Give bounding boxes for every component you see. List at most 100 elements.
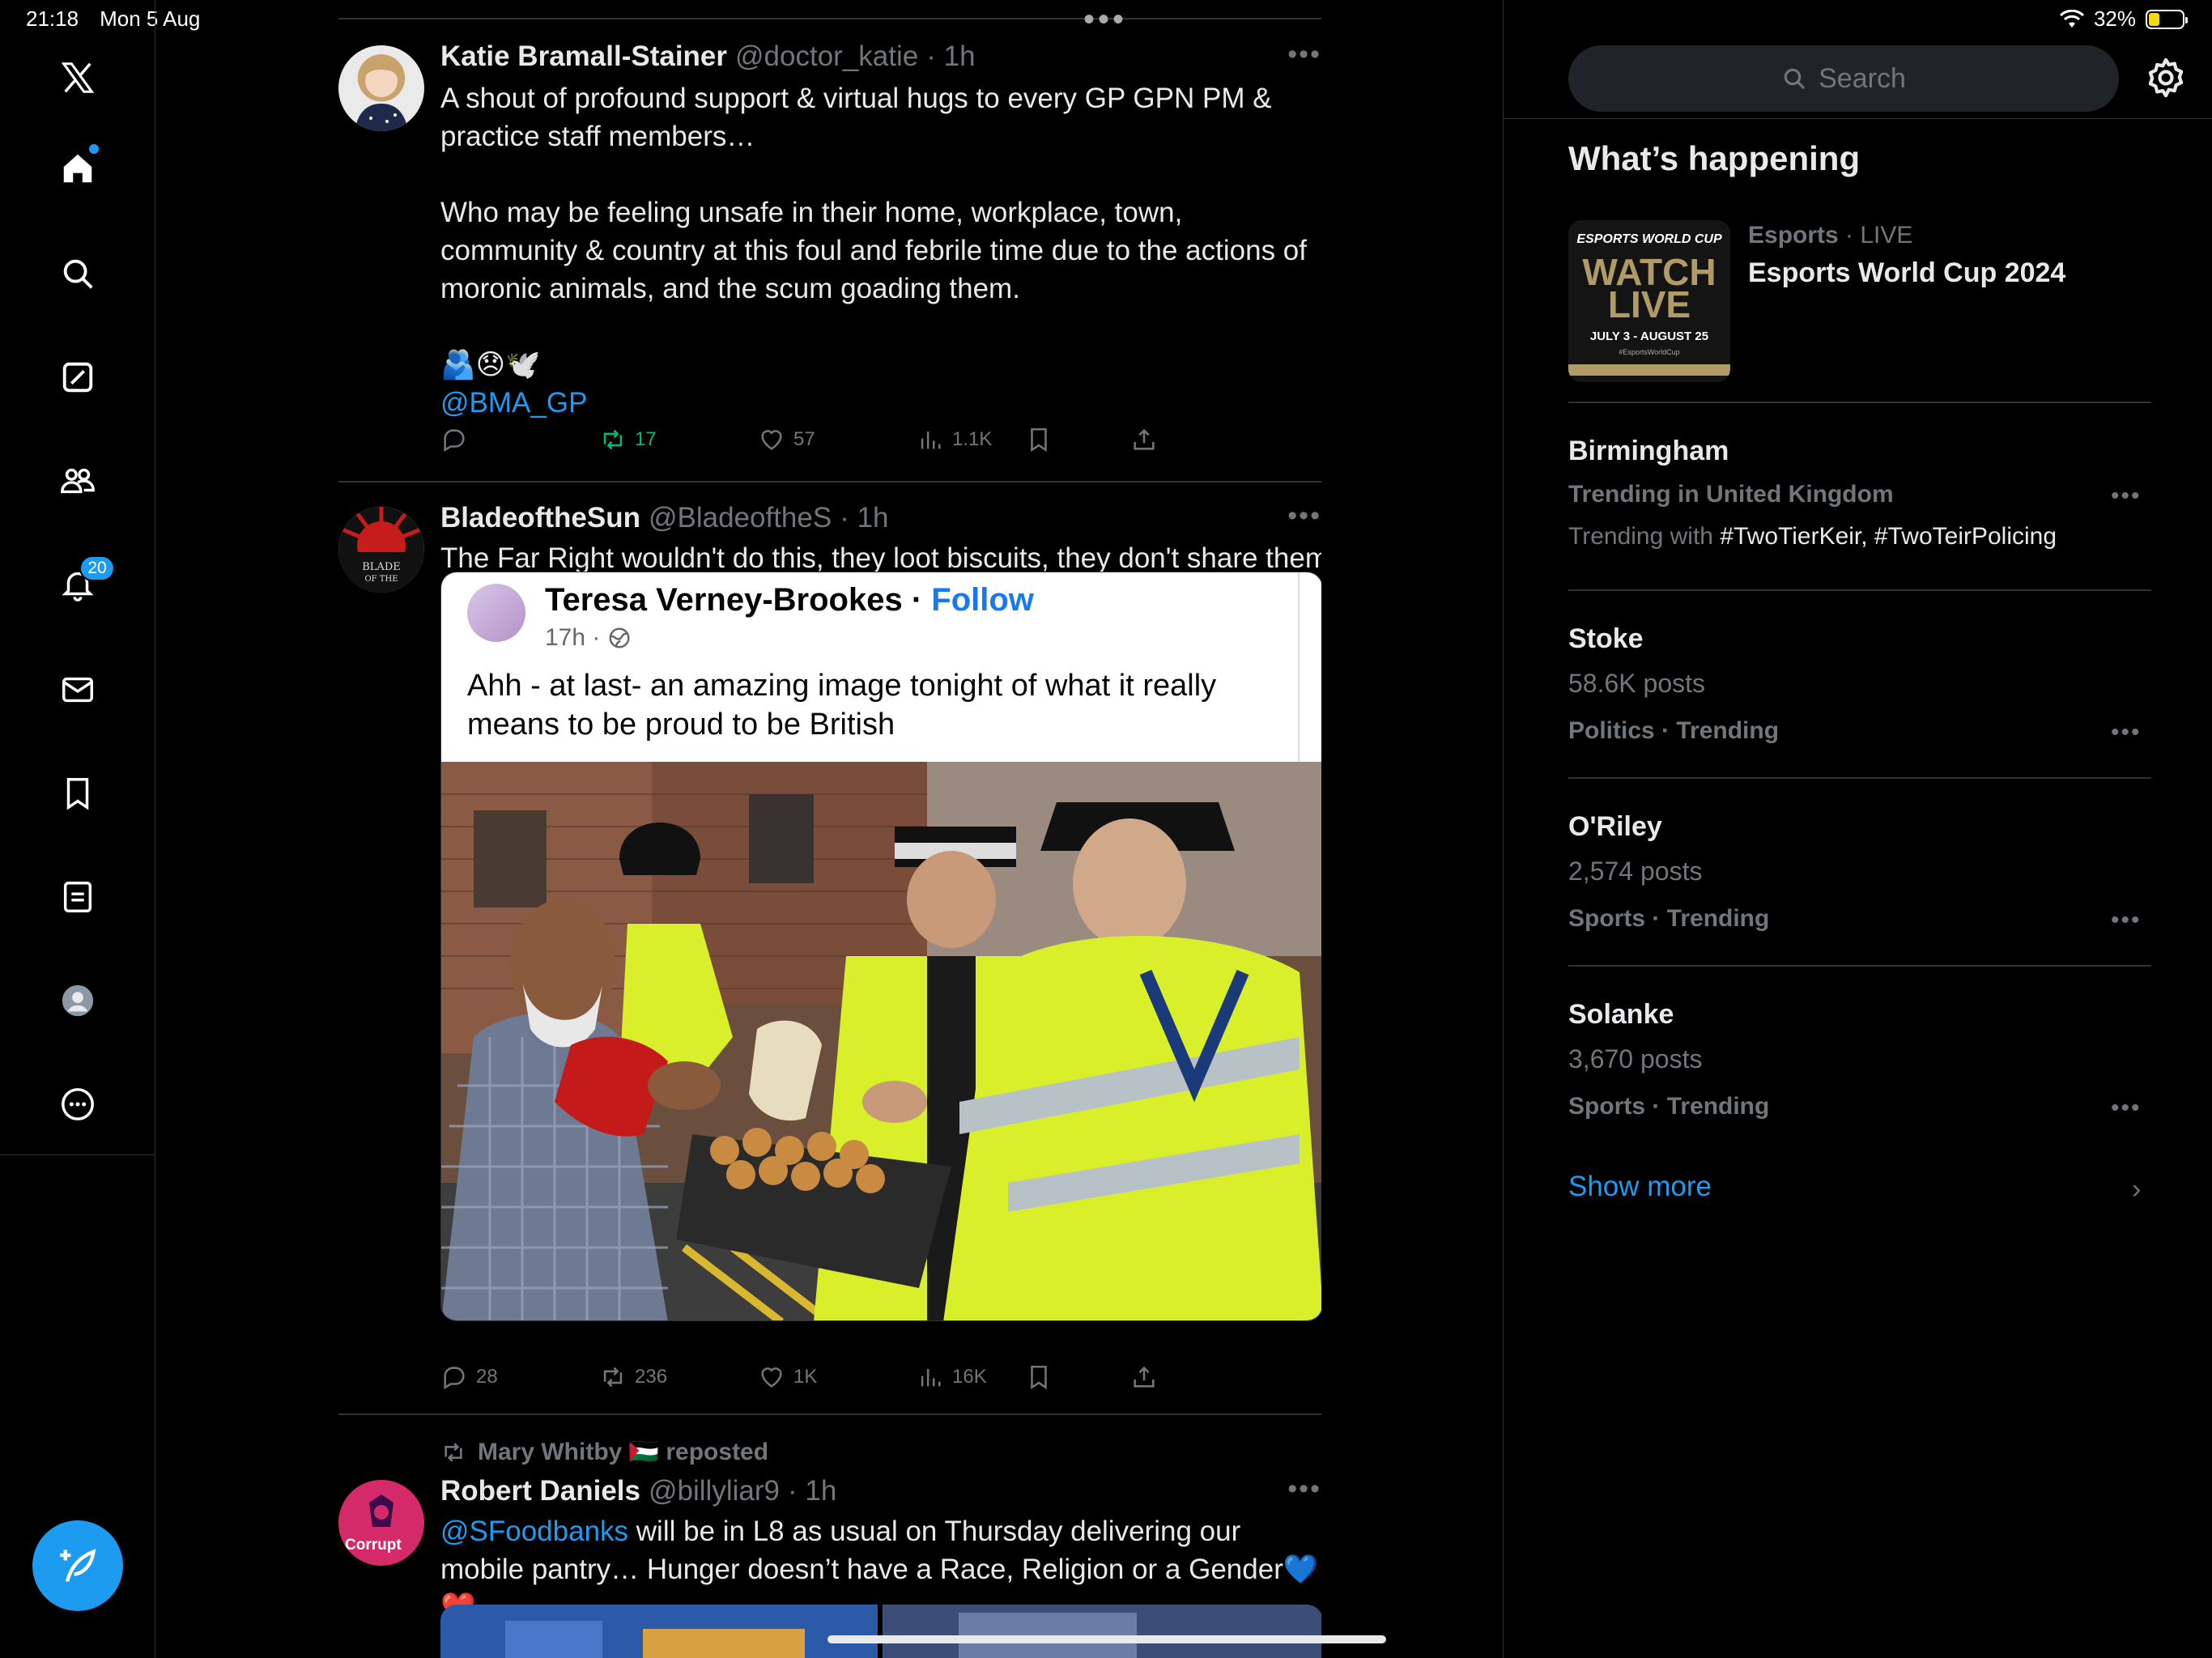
globe-icon xyxy=(609,627,630,648)
post-more-icon[interactable]: ••• xyxy=(1287,39,1321,70)
embedded-meta: 17h · xyxy=(545,624,632,652)
mention-link[interactable]: @SFoodbanks xyxy=(440,1516,628,1547)
lists-icon[interactable] xyxy=(53,873,102,921)
sidebar-top-border xyxy=(1504,118,2212,119)
repost-label: Mary Whitby 🇵🇸 reposted xyxy=(440,1438,768,1466)
like-count: 1K xyxy=(793,1366,818,1388)
chevron-right-icon[interactable]: › xyxy=(2132,1174,2141,1205)
compose-post-button[interactable] xyxy=(32,1520,123,1611)
messages-icon[interactable] xyxy=(53,665,102,714)
views-button[interactable]: 16K xyxy=(917,1363,987,1391)
thumb-line-4: JULY 3 - AUGUST 25 xyxy=(1590,329,1708,343)
show-more-link[interactable]: Show more xyxy=(1568,1171,1712,1203)
repost-icon xyxy=(445,1442,462,1462)
avatar-caption: Corrupt xyxy=(345,1537,402,1554)
author-handle[interactable]: @BladeoftheS xyxy=(649,502,832,534)
embedded-image[interactable]: Teresa Verney-Brookes · Follow 17h · Ahh… xyxy=(440,572,1321,1321)
trend-category: Trending in United Kingdom xyxy=(1568,481,1894,508)
communities-icon[interactable] xyxy=(53,457,102,505)
like-button[interactable]: 57 xyxy=(758,426,815,453)
timeline[interactable]: ••• Katie Bramall-Stainer @doctor_katie … xyxy=(338,0,1321,1658)
author-name[interactable]: BladeoftheSun xyxy=(440,502,640,534)
featured-category-name: Esports xyxy=(1748,222,1839,249)
views-button[interactable]: 1.1K xyxy=(917,426,992,453)
trend-name-birmingham[interactable]: Birmingham xyxy=(1568,436,1729,467)
search-input[interactable]: Search xyxy=(1568,45,2119,112)
repost-button[interactable]: 236 xyxy=(599,1363,667,1391)
post-more-icon[interactable]: ••• xyxy=(1287,1473,1321,1505)
author-name[interactable]: Robert Daniels xyxy=(440,1475,640,1507)
x-logo-icon[interactable] xyxy=(53,53,102,102)
views-count: 16K xyxy=(952,1366,987,1388)
more-options-icon[interactable] xyxy=(53,1080,102,1129)
avatar[interactable]: BLADE OF THE xyxy=(338,507,424,593)
trend-category: Politics · Trending xyxy=(1568,717,1780,744)
rail-divider xyxy=(0,1154,155,1155)
share-button[interactable] xyxy=(1130,426,1158,453)
repost-by[interactable]: Mary Whitby 🇵🇸 reposted xyxy=(478,1438,768,1466)
embedded-avatar xyxy=(467,584,525,642)
like-button[interactable]: 1K xyxy=(758,1363,817,1391)
author-handle[interactable]: @billyliar9 xyxy=(649,1475,780,1507)
trend-more-icon[interactable]: ••• xyxy=(2111,483,2142,510)
embedded-author: Teresa Verney-Brookes · Follow xyxy=(545,582,1034,618)
post-text: A shout of profound support & virtual hu… xyxy=(440,79,1321,422)
bookmarks-icon[interactable] xyxy=(53,769,102,818)
multitask-handle[interactable]: ••• xyxy=(1083,3,1127,36)
search-placeholder: Search xyxy=(1819,62,1906,94)
trend-with-tags[interactable]: #TwoTierKeir, #TwoTeirPolicing xyxy=(1720,523,2057,550)
grok-icon[interactable] xyxy=(53,353,102,402)
share-icon xyxy=(1134,1366,1155,1388)
trend-name-stoke[interactable]: Stoke xyxy=(1568,623,1644,655)
home-icon[interactable] xyxy=(53,144,102,193)
trend-more-icon[interactable]: ••• xyxy=(2111,907,2142,934)
nav-rail: 20 xyxy=(0,0,155,1658)
like-count: 57 xyxy=(793,428,815,450)
reply-button[interactable]: 28 xyxy=(440,1363,498,1391)
bookmark-icon xyxy=(1031,1365,1047,1390)
avatar[interactable]: Corrupt xyxy=(338,1480,424,1566)
trend-more-icon[interactable]: ••• xyxy=(2111,1095,2142,1122)
gear-icon[interactable] xyxy=(2143,55,2189,100)
home-indicator[interactable] xyxy=(827,1635,1386,1643)
heart-icon xyxy=(761,430,782,450)
profile-icon[interactable] xyxy=(53,976,102,1025)
embedded-time: 17h · xyxy=(545,624,601,651)
repost-icon xyxy=(603,1367,623,1388)
embedded-author-name: Teresa Verney-Brookes xyxy=(545,582,903,618)
search-icon[interactable] xyxy=(53,249,102,298)
mention-link[interactable]: @BMA_GP xyxy=(440,384,1321,422)
svg-text:OF THE: OF THE xyxy=(364,575,398,584)
post-time: · 1h xyxy=(840,502,889,534)
post-text-paragraph-2: Who may be feeling unsafe in their home,… xyxy=(440,197,1307,304)
bookmark-button[interactable] xyxy=(1025,1363,1053,1391)
avatar[interactable] xyxy=(338,45,424,131)
bookmark-button[interactable] xyxy=(1025,426,1053,453)
bookmark-icon xyxy=(1031,427,1047,453)
author-handle[interactable]: @doctor_katie xyxy=(735,40,918,73)
author-name[interactable]: Katie Bramall-Stainer xyxy=(440,40,727,73)
trend-name-solanke[interactable]: Solanke xyxy=(1568,999,1674,1031)
home-unread-dot xyxy=(89,144,99,154)
heart-icon xyxy=(761,1367,782,1388)
reply-button[interactable] xyxy=(440,426,476,453)
trend-name-oriley[interactable]: O'Riley xyxy=(1568,811,1662,843)
post-time: · 1h xyxy=(926,40,976,72)
featured-category: Esports · LIVE xyxy=(1748,222,1912,249)
repost-button[interactable]: 17 xyxy=(599,426,657,453)
post-media[interactable] xyxy=(440,1605,1321,1658)
trend-divider xyxy=(1568,402,2151,403)
notifications-badge: 20 xyxy=(79,555,115,581)
repost-count: 236 xyxy=(635,1366,668,1388)
featured-thumbnail[interactable]: ESPORTS WORLD CUP WATCH LIVE JULY 3 - AU… xyxy=(1568,220,1730,382)
trend-with: Trending with #TwoTierKeir, #TwoTeirPoli… xyxy=(1568,523,2057,551)
reply-icon xyxy=(444,1367,465,1390)
reply-icon xyxy=(444,429,465,453)
post-header: BladeoftheSun @BladeoftheS · 1h xyxy=(440,502,889,534)
trend-post-count: 3,670 posts xyxy=(1568,1044,1703,1073)
trend-more-icon[interactable]: ••• xyxy=(2111,719,2142,746)
featured-title[interactable]: Esports World Cup 2024 xyxy=(1748,257,2065,289)
share-button[interactable] xyxy=(1130,1363,1158,1391)
notifications-icon[interactable]: 20 xyxy=(53,555,115,609)
post-more-icon[interactable]: ••• xyxy=(1287,500,1321,532)
